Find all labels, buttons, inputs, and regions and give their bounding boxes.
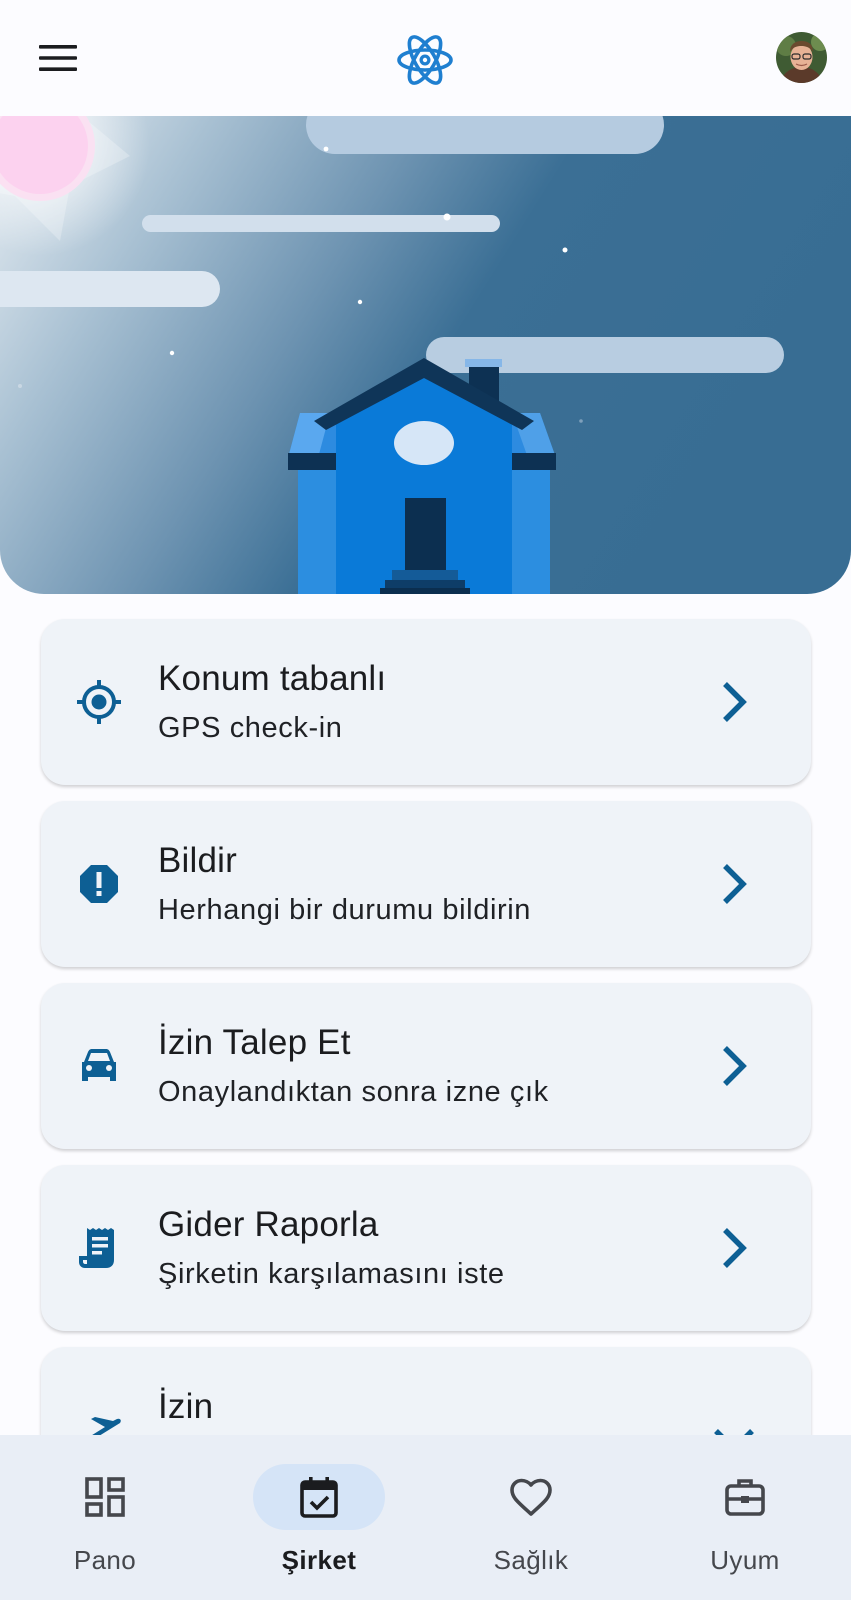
card-konum-tabanli[interactable]: Konum tabanlı GPS check-in: [41, 619, 811, 785]
chevron-right-icon: [711, 1043, 757, 1089]
atom-icon: [397, 35, 453, 85]
card-izin-talep-et[interactable]: İzin Talep Et Onaylandıktan sonra izne ç…: [41, 983, 811, 1149]
chevron-right-icon: [711, 679, 757, 725]
app-screen: Konum tabanlı GPS check-in Bildir Herhan…: [0, 0, 851, 1600]
nav-indicator: [465, 1464, 597, 1530]
card-title: İzin Talep Et: [158, 1023, 351, 1062]
house-night-illustration: [0, 116, 851, 594]
avatar-image: [776, 32, 827, 83]
card-subtitle: Onaylandıktan sonra izne çık: [158, 1076, 549, 1108]
nav-indicator-active: [253, 1464, 385, 1530]
nav-indicator: [39, 1464, 171, 1530]
briefcase-icon: [725, 1479, 765, 1516]
top-app-bar: [0, 0, 851, 116]
card-title: İzin: [158, 1387, 214, 1426]
card-gider-raporla[interactable]: Gider Raporla Şirketin karşılamasını ist…: [41, 1165, 811, 1331]
card-title: Konum tabanlı: [158, 659, 387, 698]
card-title: Bildir: [158, 841, 237, 880]
hamburger-menu-icon: [39, 45, 77, 71]
nav-item-pano[interactable]: Pano: [20, 1435, 190, 1600]
nav-label: Sağlık: [493, 1545, 569, 1575]
card-title: Gider Raporla: [158, 1205, 379, 1244]
dashboard-icon: [85, 1477, 125, 1517]
hero-illustration: [0, 116, 851, 594]
bottom-navigation-bar: Pano Şirket Sağlık Uyum: [0, 1435, 851, 1600]
chevron-right-icon: [711, 861, 757, 907]
car-icon: [75, 1042, 123, 1090]
nav-item-saglik[interactable]: Sağlık: [446, 1435, 616, 1600]
card-subtitle: Herhangi bir durumu bildirin: [158, 894, 532, 926]
menu-button[interactable]: [30, 32, 86, 84]
nav-item-sirket[interactable]: Şirket: [234, 1435, 404, 1600]
receipt-icon: [75, 1224, 123, 1272]
user-avatar[interactable]: [776, 32, 827, 83]
chevron-right-icon: [711, 1225, 757, 1271]
nav-indicator: [679, 1464, 811, 1530]
nav-label: Pano: [73, 1545, 137, 1575]
app-logo: [395, 30, 455, 90]
card-subtitle: Şirketin karşılamasını iste: [158, 1258, 505, 1290]
nav-label: Şirket: [281, 1545, 357, 1575]
calendar-check-icon: [300, 1477, 338, 1518]
gps-target-icon: [75, 678, 123, 726]
report-alert-icon: [75, 860, 123, 908]
nav-item-uyum[interactable]: Uyum: [660, 1435, 830, 1600]
card-subtitle: GPS check-in: [158, 712, 343, 744]
nav-label: Uyum: [710, 1545, 780, 1575]
card-bildir[interactable]: Bildir Herhangi bir durumu bildirin: [41, 801, 811, 967]
heart-icon: [510, 1478, 552, 1516]
